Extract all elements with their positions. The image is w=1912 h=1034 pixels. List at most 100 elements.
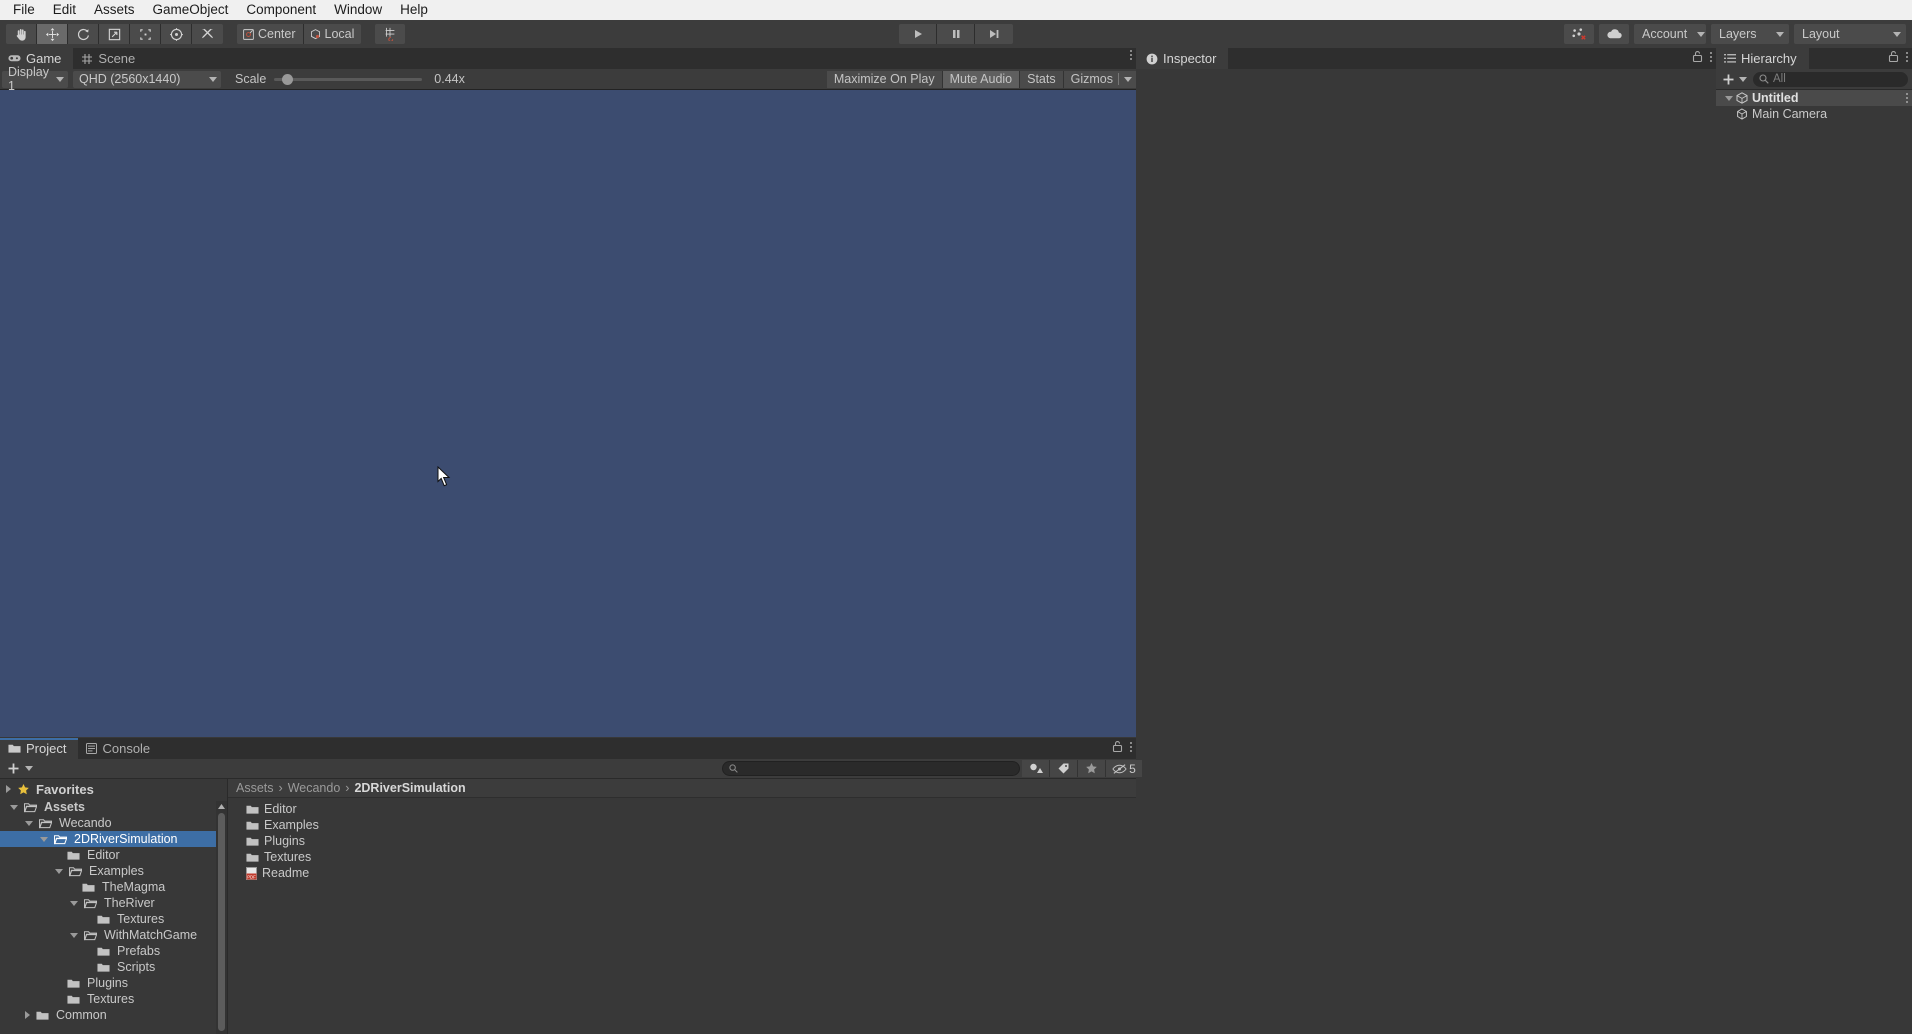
kebab-menu-icon[interactable]	[1906, 93, 1908, 103]
menu-item-assets[interactable]: Assets	[85, 0, 144, 20]
mute-audio-button[interactable]: Mute Audio	[942, 70, 1021, 88]
cloud-button[interactable]	[1599, 24, 1629, 44]
menu-item-help[interactable]: Help	[391, 0, 437, 20]
kebab-menu-icon[interactable]	[1130, 50, 1132, 60]
folder-open-icon	[84, 930, 97, 940]
account-dropdown[interactable]: Account	[1634, 24, 1706, 44]
lock-icon[interactable]	[1888, 50, 1899, 63]
asset-list-item[interactable]: Textures	[228, 849, 1136, 865]
project-tree-row[interactable]: Plugins	[0, 975, 227, 991]
collab-button[interactable]	[1564, 24, 1594, 44]
menu-item-component[interactable]: Component	[237, 0, 325, 20]
filter-by-type-button[interactable]	[1022, 760, 1050, 777]
chevron-down-icon[interactable]	[40, 836, 48, 842]
layout-dropdown[interactable]: Layout	[1794, 24, 1906, 44]
kebab-menu-icon[interactable]	[1130, 741, 1132, 752]
pivot-mode-button[interactable]: Center	[237, 24, 304, 44]
project-tree-row[interactable]: Textures	[0, 991, 227, 1007]
tab-project[interactable]: Project	[0, 738, 79, 759]
filter-by-label-button[interactable]	[1050, 760, 1078, 777]
asset-list-item-label: Editor	[264, 802, 297, 816]
resolution-dropdown[interactable]: QHD (2560x1440)	[73, 70, 221, 88]
play-icon	[914, 30, 922, 38]
favorites-row[interactable]: Favorites	[0, 779, 227, 799]
rotate-tool-button[interactable]	[68, 24, 99, 44]
folder-icon	[82, 883, 95, 892]
hierarchy-search-input[interactable]: All	[1753, 71, 1908, 87]
layers-dropdown[interactable]: Layers	[1711, 24, 1789, 44]
project-tree-label: Examples	[89, 864, 144, 878]
tab-hierarchy[interactable]: Hierarchy	[1716, 48, 1809, 69]
project-tree-row[interactable]: Wecando	[0, 815, 227, 831]
custom-tool-button[interactable]	[192, 24, 223, 44]
project-search-input[interactable]	[722, 761, 1020, 776]
project-tree-scroll-thumb[interactable]	[218, 813, 225, 1031]
project-tree-row[interactable]: Common	[0, 1007, 227, 1023]
move-tool-button[interactable]	[37, 24, 68, 44]
project-tree-row[interactable]: WithMatchGame	[0, 927, 227, 943]
asset-list-item[interactable]: Editor	[228, 801, 1136, 817]
kebab-menu-icon[interactable]	[1906, 51, 1908, 62]
create-asset-button[interactable]	[5, 762, 35, 775]
rotation-mode-button[interactable]: Local	[303, 24, 362, 44]
chevron-down-icon[interactable]	[1725, 95, 1733, 101]
game-view-canvas[interactable]	[0, 90, 1136, 737]
chevron-down-icon[interactable]	[70, 932, 78, 938]
chevron-down-icon[interactable]	[10, 804, 18, 810]
asset-list-item[interactable]: Plugins	[228, 833, 1136, 849]
transform-tool-button[interactable]	[161, 24, 192, 44]
project-tree-row[interactable]: Scripts	[0, 959, 227, 975]
pdf-file-icon: PDF	[246, 866, 257, 880]
project-tree-scrollbar[interactable]	[216, 801, 227, 1034]
wrench-icon	[201, 28, 214, 38]
gizmos-button[interactable]: Gizmos	[1063, 70, 1136, 88]
hidden-packages-button[interactable]: 5	[1106, 760, 1142, 777]
chevron-down-icon[interactable]	[25, 820, 33, 826]
tab-inspector[interactable]: Inspector	[1136, 48, 1229, 69]
project-tree-row[interactable]: Assets	[0, 799, 227, 815]
project-tree-row[interactable]: Editor	[0, 847, 227, 863]
breadcrumb-item-0[interactable]: Assets	[236, 781, 274, 795]
project-tree-row[interactable]: Textures	[0, 911, 227, 927]
tab-scene[interactable]: Scene	[73, 48, 148, 69]
maximize-on-play-button[interactable]: Maximize On Play	[826, 70, 943, 88]
step-button[interactable]	[975, 24, 1013, 44]
menu-bar: File Edit Assets GameObject Component Wi…	[0, 0, 1912, 20]
breadcrumb-item-2[interactable]: 2DRiverSimulation	[354, 781, 465, 795]
play-button[interactable]	[899, 24, 937, 44]
lock-icon[interactable]	[1112, 740, 1123, 753]
scale-slider[interactable]	[274, 73, 423, 85]
kebab-menu-icon[interactable]	[1710, 51, 1712, 62]
stats-button[interactable]: Stats	[1020, 70, 1064, 88]
pause-button[interactable]	[937, 24, 975, 44]
scale-tool-button[interactable]	[99, 24, 130, 44]
breadcrumb-item-1[interactable]: Wecando	[288, 781, 341, 795]
display-dropdown[interactable]: Display 1	[2, 65, 68, 93]
hand-tool-button[interactable]	[6, 24, 37, 44]
project-tree-row[interactable]: TheMagma	[0, 879, 227, 895]
menu-item-file[interactable]: File	[4, 0, 44, 20]
hierarchy-scene-row[interactable]: Untitled	[1716, 90, 1912, 106]
project-tree-row[interactable]: 2DRiverSimulation	[0, 831, 227, 847]
asset-list-item[interactable]: PDF Readme	[228, 865, 1136, 881]
chevron-right-icon[interactable]	[6, 785, 11, 793]
chevron-right-icon[interactable]	[25, 1011, 30, 1019]
lock-icon[interactable]	[1692, 50, 1703, 63]
filter-favorites-button[interactable]	[1078, 760, 1106, 777]
tab-console[interactable]: Console	[78, 738, 163, 759]
scale-slider-knob[interactable]	[282, 73, 294, 85]
project-tree-row[interactable]: Prefabs	[0, 943, 227, 959]
menu-item-window[interactable]: Window	[325, 0, 391, 20]
asset-list-item[interactable]: Examples	[228, 817, 1136, 833]
scroll-up-arrow[interactable]	[217, 802, 226, 811]
chevron-down-icon[interactable]	[70, 900, 78, 906]
project-tree-row[interactable]: TheRiver	[0, 895, 227, 911]
grid-snap-button[interactable]	[375, 24, 406, 44]
menu-item-edit[interactable]: Edit	[44, 0, 85, 20]
project-tree-row[interactable]: Examples	[0, 863, 227, 879]
menu-item-gameobject[interactable]: GameObject	[144, 0, 238, 20]
rect-tool-button[interactable]	[130, 24, 161, 44]
hierarchy-item-row[interactable]: Main Camera	[1716, 106, 1912, 122]
create-gameobject-button[interactable]	[1720, 73, 1749, 86]
chevron-down-icon[interactable]	[55, 868, 63, 874]
